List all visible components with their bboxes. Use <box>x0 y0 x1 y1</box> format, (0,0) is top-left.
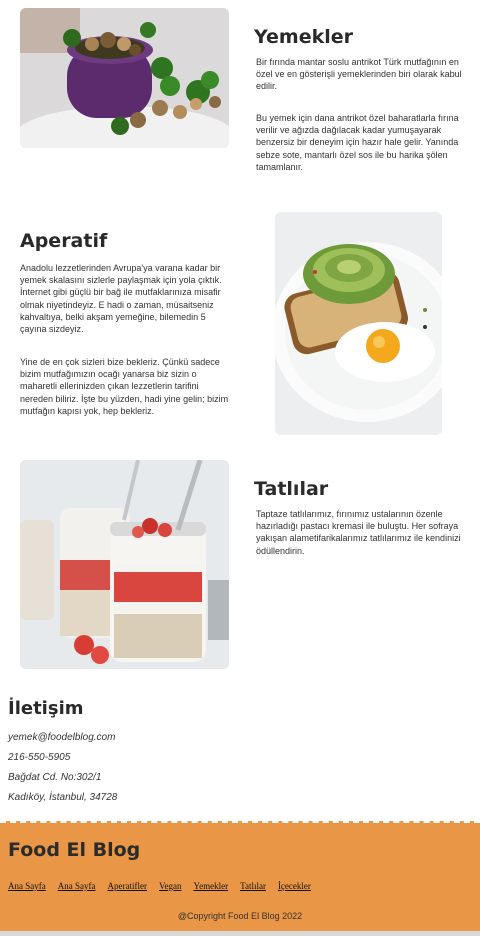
contact-title: İletişim <box>8 698 84 719</box>
footer-link-yemekler[interactable]: Yemekler <box>193 881 228 891</box>
footer-link-icecekler[interactable]: İçecekler <box>278 881 311 891</box>
section-title-yemekler: Yemekler <box>254 26 353 48</box>
section-title-aperatif: Aperatif <box>20 230 108 252</box>
section-title-tatlilar: Tatlılar <box>254 478 329 500</box>
purple-mash-dish-illustration <box>20 8 229 148</box>
footer: Food El Blog Ana Sayfa Ana Sayfa Aperati… <box>0 821 480 931</box>
yemekler-image <box>20 8 229 148</box>
footer-link-aperatifler[interactable]: Aperatifler <box>108 881 147 891</box>
contact-address-line2: Kadıköy, İstanbul, 34728 <box>8 792 118 803</box>
footer-nav: Ana Sayfa Ana Sayfa Aperatifler Vegan Ye… <box>8 881 311 891</box>
aperatif-paragraph-1: Anadolu lezzetlerinden Avrupa'ya varana … <box>20 263 222 335</box>
yemekler-paragraph-1: Bir fırında mantar soslu antrikot Türk m… <box>256 57 462 92</box>
footer-link-ana-sayfa-2[interactable]: Ana Sayfa <box>58 881 96 891</box>
contact-email: yemek@foodelblog.com <box>8 732 116 743</box>
contact-address-line1: Bağdat Cd. No:302/1 <box>8 772 102 783</box>
bottom-bar <box>0 931 480 936</box>
yemekler-paragraph-2: Bu yemek için dana antrikot özel baharat… <box>256 113 459 172</box>
footer-brand: Food El Blog <box>8 839 141 861</box>
footer-link-vegan[interactable]: Vegan <box>159 881 182 891</box>
tatlilar-image <box>20 460 229 669</box>
contact-phone: 216-550-5905 <box>8 752 71 763</box>
avocado-toast-egg-illustration <box>275 212 442 435</box>
copyright: @Copyright Food El Blog 2022 <box>177 911 303 921</box>
tatlilar-paragraph-1: Taptaze tatlılarımız, fırınımız ustaları… <box>256 509 461 556</box>
aperatif-image <box>275 212 442 435</box>
yogurt-parfait-jars-illustration <box>20 460 229 669</box>
aperatif-paragraph-2: Yine de en çok sizleri bize bekleriz. Çü… <box>20 357 229 416</box>
footer-link-ana-sayfa[interactable]: Ana Sayfa <box>8 881 46 891</box>
footer-link-tatlilar[interactable]: Tatlılar <box>240 881 266 891</box>
